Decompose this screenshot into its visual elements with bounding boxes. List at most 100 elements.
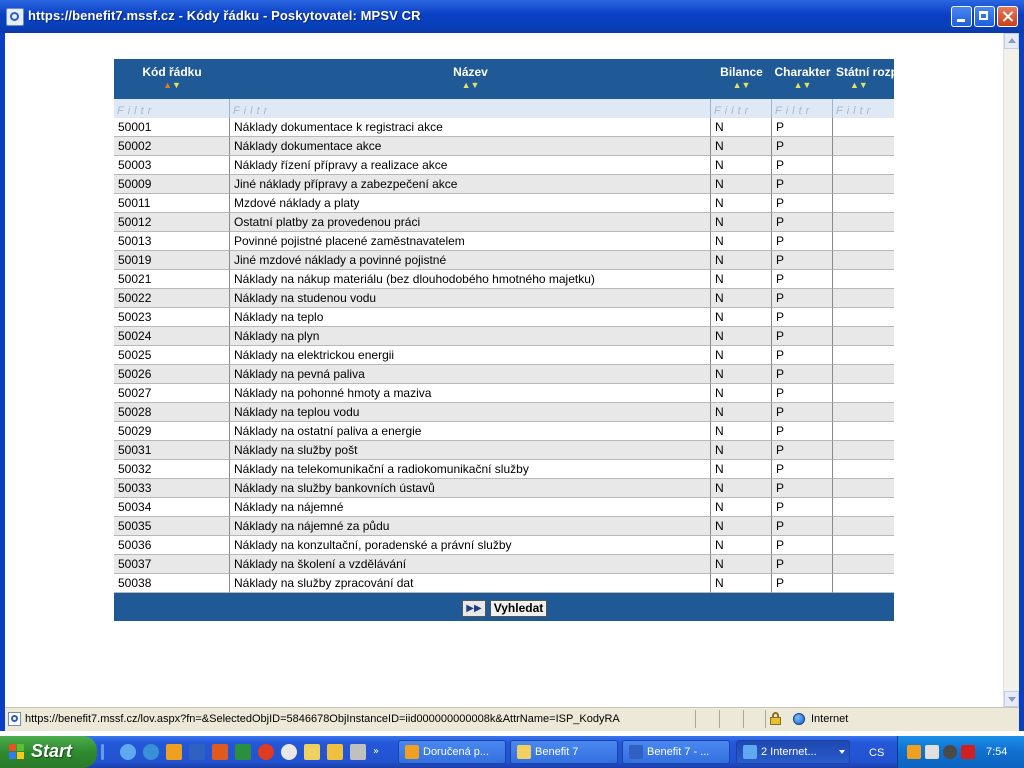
sort-ascending-icon[interactable]: ▲: [163, 80, 172, 90]
table-row[interactable]: 50037 Náklady na školení a vzdělávání N P: [114, 555, 894, 574]
table-row[interactable]: 50022 Náklady na studenou vodu N P: [114, 289, 894, 308]
cell-kod: 50022: [114, 289, 230, 308]
outlook-clock-icon[interactable]: [907, 745, 921, 759]
taskbar-button[interactable]: Benefit 7: [510, 740, 618, 764]
sort-descending-icon[interactable]: ▼: [803, 80, 812, 90]
minimize-button[interactable]: [951, 6, 972, 27]
table-row[interactable]: 50031 Náklady na služby pošt N P: [114, 441, 894, 460]
table-row[interactable]: 50024 Náklady na plyn N P: [114, 327, 894, 346]
filter-cell: [711, 99, 772, 120]
vertical-scrollbar[interactable]: [1003, 33, 1019, 707]
cell-charakter: P: [772, 460, 833, 479]
cell-charakter: P: [772, 327, 833, 346]
cell-kod: 50009: [114, 175, 230, 194]
table-row[interactable]: 50009 Jiné náklady přípravy a zabezpečení…: [114, 175, 894, 194]
internet-zone-icon: [793, 713, 805, 725]
column-header-statni-rozpocet[interactable]: Státní rozp ▲▼: [833, 59, 894, 99]
language-indicator[interactable]: CS: [869, 747, 884, 759]
padlock-icon[interactable]: [770, 712, 781, 725]
outlook-clock-icon[interactable]: [166, 744, 182, 760]
desktop-icon[interactable]: [304, 744, 320, 760]
folder-icon[interactable]: [327, 744, 343, 760]
antivirus-icon[interactable]: [961, 745, 975, 759]
cell-statni-rozpocet: [833, 289, 894, 308]
window-frame-right: [1019, 33, 1024, 731]
status-bar: https://benefit7.mssf.cz/lov.aspx?fn=&Se…: [5, 707, 1019, 731]
sort-ascending-icon[interactable]: ▲: [733, 80, 742, 90]
table-row[interactable]: 50025 Náklady na elektrickou energii N P: [114, 346, 894, 365]
taskbar-button[interactable]: Doručená p...: [398, 740, 506, 764]
media-player-icon[interactable]: [281, 744, 297, 760]
next-page-button[interactable]: ▶▶: [462, 600, 486, 617]
table-row[interactable]: 50029 Náklady na ostatní paliva a energie…: [114, 422, 894, 441]
table-row[interactable]: 50032 Náklady na telekomunikační a radiok…: [114, 460, 894, 479]
chevron-down-icon[interactable]: [839, 750, 845, 754]
cell-kod: 50034: [114, 498, 230, 517]
cell-nazev: Náklady na telekomunikační a radiokomuni…: [230, 460, 711, 479]
cell-charakter: P: [772, 536, 833, 555]
maximize-button[interactable]: [974, 6, 995, 27]
cell-kod: 50027: [114, 384, 230, 403]
search-button[interactable]: Vyhledat: [490, 600, 547, 617]
application-icon[interactable]: [350, 744, 366, 760]
close-button[interactable]: [997, 6, 1018, 27]
chevron-more-icon[interactable]: »: [373, 747, 381, 757]
sort-descending-icon[interactable]: ▼: [172, 80, 181, 90]
cell-bilance: N: [711, 441, 772, 460]
status-divider: [743, 710, 744, 728]
start-button[interactable]: Start: [0, 736, 97, 768]
cell-nazev: Náklady na nákup materiálu (bez dlouhodo…: [230, 270, 711, 289]
table-row[interactable]: 50036 Náklady na konzultační, poradenské …: [114, 536, 894, 555]
cell-kod: 50002: [114, 137, 230, 156]
excel-icon[interactable]: [235, 744, 251, 760]
cell-nazev: Mzdové náklady a platy: [230, 194, 711, 213]
internet-explorer-icon[interactable]: [120, 744, 136, 760]
word-icon[interactable]: [189, 744, 205, 760]
table-row[interactable]: 50035 Náklady na nájemné za půdu N P: [114, 517, 894, 536]
cell-kod: 50019: [114, 251, 230, 270]
table-row[interactable]: 50027 Náklady na pohonné hmoty a maziva N P: [114, 384, 894, 403]
column-header-kod[interactable]: Kód řádku ▲▼: [114, 59, 230, 99]
sort-descending-icon[interactable]: ▼: [859, 80, 868, 90]
cell-nazev: Náklady na teplo: [230, 308, 711, 327]
column-header-bilance[interactable]: Bilance ▲▼: [711, 59, 772, 99]
table-row[interactable]: 50023 Náklady na teplo N P: [114, 308, 894, 327]
column-header-nazev[interactable]: Název ▲▼: [230, 59, 711, 99]
table-row[interactable]: 50034 Náklady na nájemné N P: [114, 498, 894, 517]
sort-ascending-icon[interactable]: ▲: [462, 80, 471, 90]
table-row[interactable]: 50003 Náklady řízení přípravy a realizace…: [114, 156, 894, 175]
table-row[interactable]: 50013 Povinné pojistné placené zaměstnava…: [114, 232, 894, 251]
column-header-charakter[interactable]: Charakter ▲▼: [772, 59, 833, 99]
table-row[interactable]: 50026 Náklady na pevná paliva N P: [114, 365, 894, 384]
cell-nazev: Ostatní platby za provedenou práci: [230, 213, 711, 232]
sort-descending-icon[interactable]: ▼: [471, 80, 480, 90]
clock[interactable]: 7:54: [986, 746, 1007, 758]
taskbar-button[interactable]: 2 Internet...: [736, 740, 850, 764]
taskbar-button[interactable]: Benefit 7 - ...: [622, 740, 730, 764]
start-label: Start: [31, 741, 73, 761]
scroll-down-button[interactable]: [1004, 691, 1019, 707]
cell-statni-rozpocet: [833, 498, 894, 517]
table-row[interactable]: 50002 Náklady dokumentace akce N P: [114, 137, 894, 156]
table-row[interactable]: 50038 Náklady na služby zpracování dat N P: [114, 574, 894, 593]
firefox-icon[interactable]: [258, 744, 274, 760]
table-row[interactable]: 50012 Ostatní platby za provedenou práci N…: [114, 213, 894, 232]
sort-ascending-icon[interactable]: ▲: [850, 80, 859, 90]
powerpoint-icon[interactable]: [212, 744, 228, 760]
column-label: Státní rozp: [836, 65, 894, 79]
cell-kod: 50012: [114, 213, 230, 232]
table-row[interactable]: 50019 Jiné mzdové náklady a povinné pojis…: [114, 251, 894, 270]
scroll-up-button[interactable]: [1004, 33, 1019, 49]
window-title-bar[interactable]: https://benefit7.mssf.cz - Kódy řádku - …: [0, 0, 1024, 33]
sort-ascending-icon[interactable]: ▲: [794, 80, 803, 90]
browser-icon[interactable]: [143, 744, 159, 760]
table-row[interactable]: 50021 Náklady na nákup materiálu (bez dlo…: [114, 270, 894, 289]
sort-descending-icon[interactable]: ▼: [742, 80, 751, 90]
cell-statni-rozpocet: [833, 384, 894, 403]
speaker-icon[interactable]: [943, 745, 957, 759]
table-row[interactable]: 50033 Náklady na služby bankovních ústavů…: [114, 479, 894, 498]
table-row[interactable]: 50011 Mzdové náklady a platy N P: [114, 194, 894, 213]
task-icon[interactable]: [925, 745, 939, 759]
table-row[interactable]: 50028 Náklady na teplou vodu N P: [114, 403, 894, 422]
table-row[interactable]: 50001 Náklady dokumentace k registraci ak…: [114, 118, 894, 137]
